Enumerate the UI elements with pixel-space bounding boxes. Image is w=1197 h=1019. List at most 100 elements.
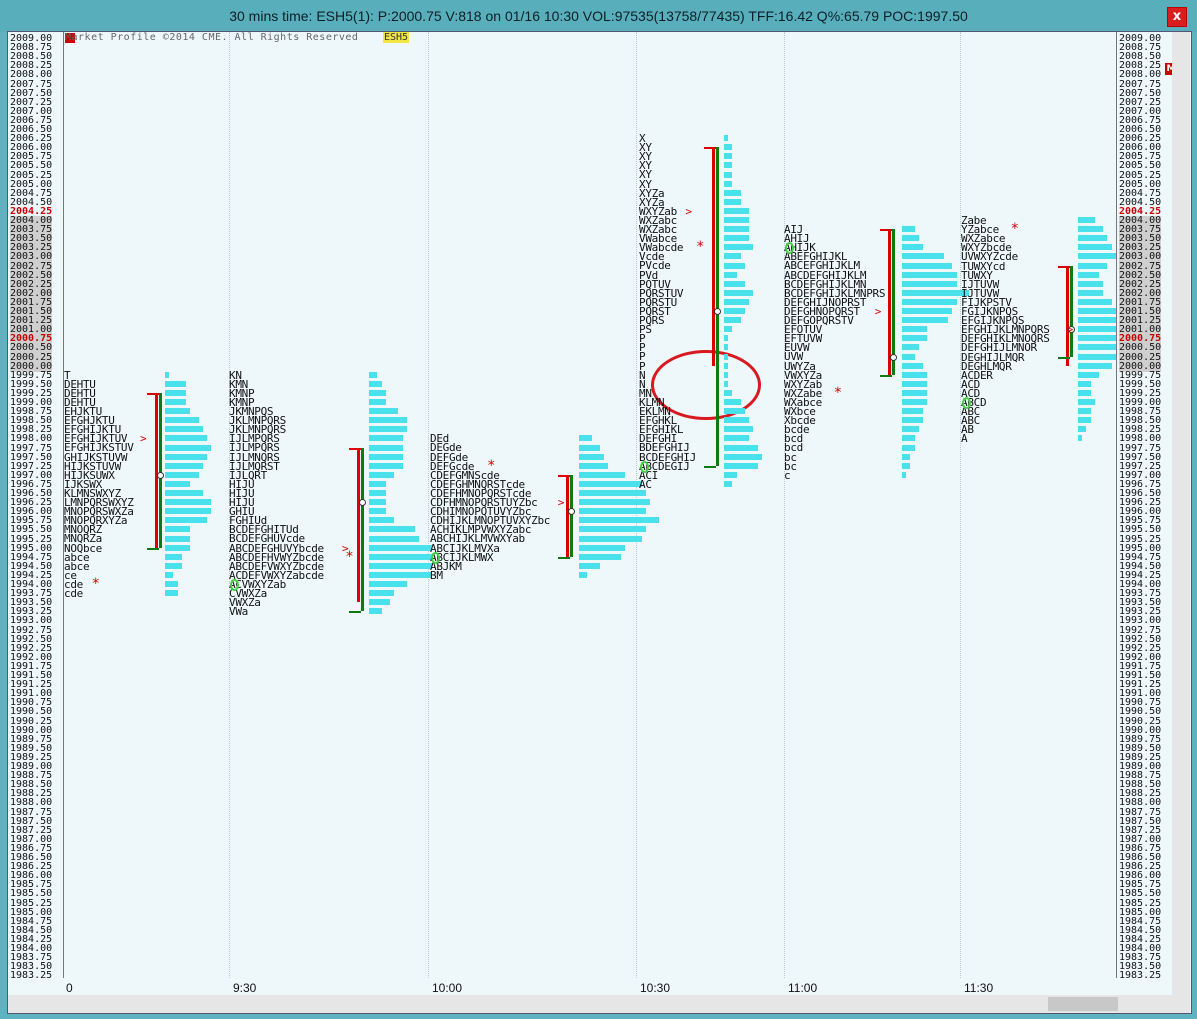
open-marker	[962, 397, 971, 409]
volume-bar	[579, 562, 600, 569]
time-label: 10:30	[640, 981, 671, 995]
volume-bar	[724, 326, 733, 333]
volume-bar	[165, 453, 207, 460]
volume-bar	[1078, 389, 1091, 396]
range-line	[357, 447, 360, 603]
price-tick: 1983.25	[1119, 970, 1162, 978]
volume-bar	[165, 417, 199, 424]
volume-bar	[724, 162, 733, 169]
volume-bar	[369, 417, 407, 424]
time-label: 11:30	[964, 981, 994, 995]
copyright-label: Market Profile ©2014 CME. All Rights Res…	[65, 32, 359, 43]
volume-bar	[369, 471, 395, 478]
range-line	[712, 147, 715, 366]
volume-bar	[902, 289, 970, 296]
volume-bar	[369, 444, 403, 451]
tpo-row: BM	[430, 568, 443, 582]
volume-bar	[165, 571, 174, 578]
value-area-line	[1070, 265, 1073, 357]
right-price-scale[interactable]: 2009.00 2008.75 2008.50 2008.25 2008.00 2007.…	[1116, 32, 1171, 978]
horizontal-scroll-thumb[interactable]	[1048, 997, 1118, 1011]
volume-bar	[1078, 399, 1095, 405]
volume-bar	[369, 553, 432, 560]
volume-bar	[369, 608, 382, 615]
tpo-row: AC	[639, 477, 652, 491]
volume-bar	[369, 426, 407, 433]
volume-bar	[165, 389, 186, 396]
range-line	[566, 474, 569, 557]
volume-bar	[1078, 217, 1095, 223]
volume-bar	[1078, 244, 1112, 251]
volume-bar	[165, 471, 199, 478]
volume-bar	[1078, 426, 1087, 433]
volume-bar	[369, 389, 386, 396]
volume-bar	[579, 499, 651, 506]
volume-bar	[369, 590, 395, 597]
volume-bar	[724, 444, 758, 451]
market-profile-chart: 2009.00 2008.75 2008.50 2008.25 2008.00 2007.…	[7, 31, 1192, 1014]
volume-bar	[165, 517, 207, 524]
tpo-row: cde	[64, 587, 83, 601]
volume-bar	[724, 380, 729, 387]
range-line	[155, 392, 158, 548]
volume-bar	[724, 262, 745, 269]
volume-bar	[902, 344, 919, 351]
volume-bar	[724, 271, 737, 278]
time-label: 11:00	[788, 981, 818, 995]
volume-bar	[724, 399, 741, 405]
volume-bar	[369, 526, 416, 533]
volume-bar	[579, 453, 605, 460]
volume-bar	[724, 417, 750, 424]
range-cap	[349, 611, 361, 614]
extreme-marker: *	[1011, 221, 1019, 238]
volume-bar	[165, 526, 191, 533]
extreme-marker: *	[834, 384, 842, 401]
volume-bar	[369, 371, 378, 378]
volume-bar	[724, 344, 729, 351]
volume-bar	[1078, 253, 1116, 260]
close-button[interactable]: x	[1167, 7, 1187, 27]
poc-dot	[157, 471, 164, 479]
vertical-scrollbar[interactable]	[1172, 32, 1190, 1013]
volume-bar	[369, 453, 403, 460]
volume-bar	[724, 435, 750, 442]
volume-bar	[165, 490, 203, 496]
volume-bar	[902, 444, 915, 451]
open-marker	[431, 551, 440, 564]
volume-bar	[902, 362, 923, 369]
volume-bar	[902, 271, 957, 278]
volume-bar	[1078, 417, 1091, 424]
volume-bar	[902, 426, 919, 433]
volume-bar	[165, 590, 178, 597]
plot-area[interactable]: Market Profile ©2014 CME. All Rights Res…	[64, 32, 1116, 978]
volume-bar	[1078, 226, 1104, 233]
range-cap	[704, 465, 716, 468]
horizontal-scrollbar[interactable]	[8, 995, 1172, 1013]
volume-bar	[369, 399, 386, 405]
volume-bar	[724, 298, 750, 305]
volume-bar	[1078, 362, 1112, 369]
volume-bar	[1078, 326, 1116, 333]
range-cap	[880, 229, 892, 232]
volume-bar	[579, 444, 600, 451]
left-price-scale[interactable]: 2009.00 2008.75 2008.50 2008.25 2008.00 2007.…	[8, 32, 64, 978]
volume-bar	[902, 389, 928, 396]
symbol-tag[interactable]: ESH5	[383, 32, 410, 43]
close-marker: >	[874, 305, 882, 318]
range-cap	[1058, 265, 1070, 268]
volume-bar	[165, 581, 178, 587]
window-title: 30 mins time: ESH5(1): P:2000.75 V:818 o…	[229, 8, 968, 24]
volume-bar	[724, 480, 733, 487]
volume-bar	[724, 426, 754, 433]
volume-bar	[724, 408, 745, 415]
value-area-line	[159, 392, 162, 548]
volume-bar	[579, 480, 642, 487]
close-marker: >	[557, 496, 565, 510]
close-marker: >	[342, 541, 349, 555]
volume-bar	[724, 362, 729, 369]
volume-bar	[579, 490, 647, 496]
volume-bar	[579, 544, 626, 551]
volume-bar	[165, 426, 203, 433]
price-tick: 1983.25	[10, 970, 53, 978]
time-label: 0	[66, 981, 73, 995]
